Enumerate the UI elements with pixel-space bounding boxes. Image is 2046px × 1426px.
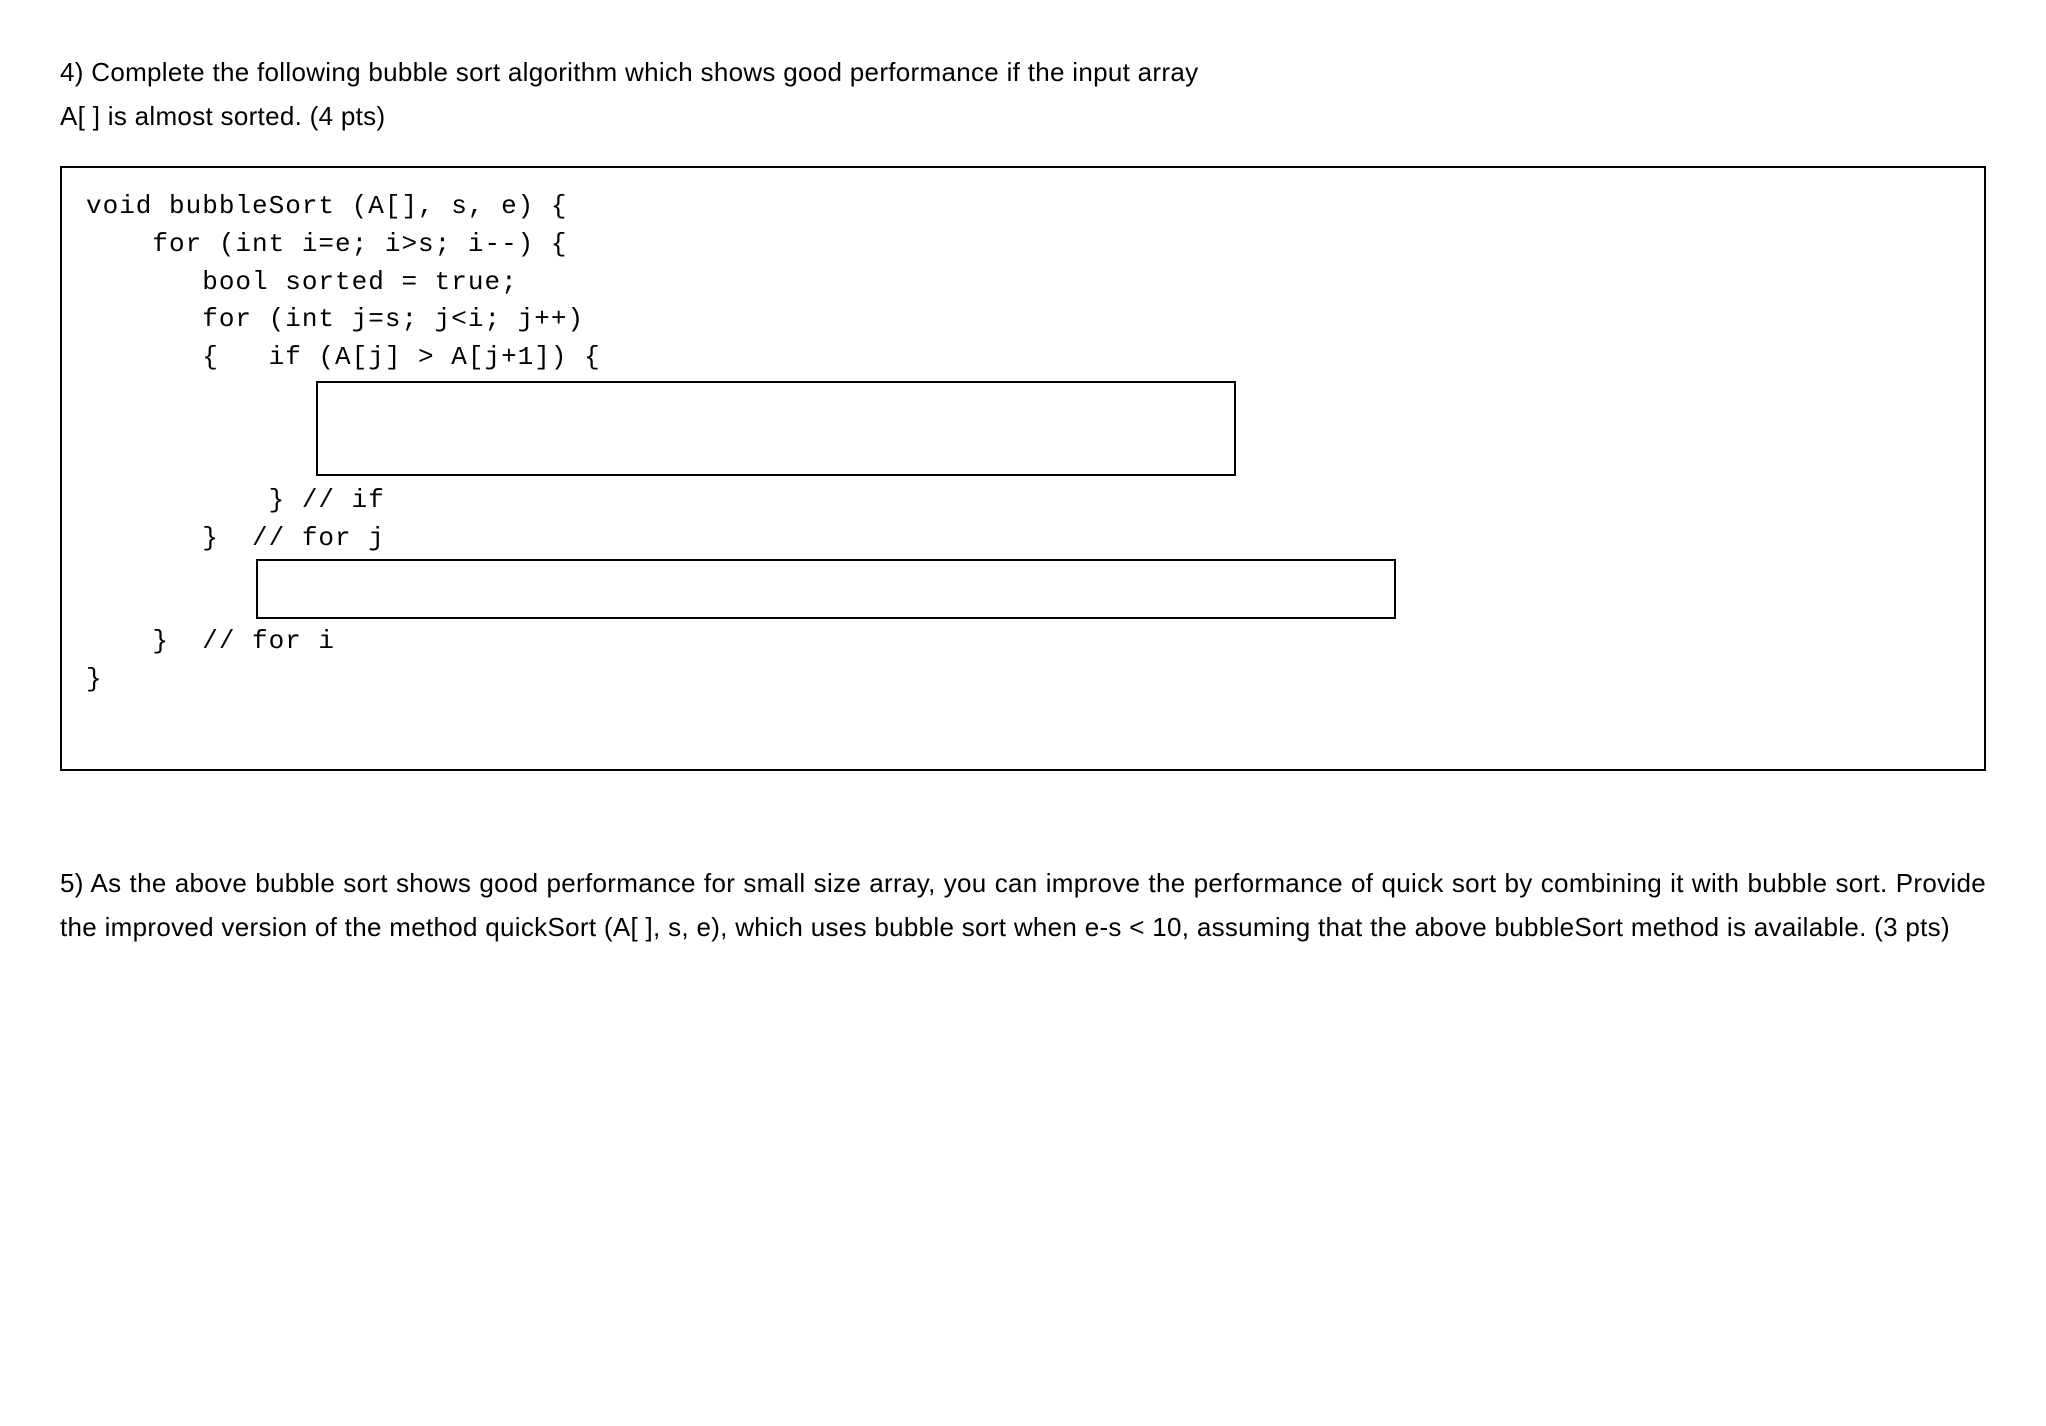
code-line-9: } // for i xyxy=(86,623,1960,661)
blank-box-1[interactable] xyxy=(316,381,1236,476)
question-5-prompt: 5) As the above bubble sort shows good p… xyxy=(60,861,1986,949)
code-line-6: { if (A[j] > A[j+1]) { xyxy=(86,339,1960,377)
q4-line2: A[ ] is almost sorted. (4 pts) xyxy=(60,101,385,131)
code-line-5: for (int j=s; j<i; j++) xyxy=(86,301,1960,339)
blank-box-2[interactable] xyxy=(256,559,1396,619)
code-line-10: } xyxy=(86,661,1960,699)
code-line-1: void bubbleSort (A[], s, e) { xyxy=(86,188,1960,226)
q5-text: 5) As the above bubble sort shows good p… xyxy=(60,868,1986,942)
code-box: void bubbleSort (A[], s, e) { for (int i… xyxy=(60,166,1986,770)
q4-line1: 4) Complete the following bubble sort al… xyxy=(60,57,1198,87)
code-line-3: for (int i=e; i>s; i--) { xyxy=(86,226,1960,264)
code-line-4: bool sorted = true; xyxy=(86,264,1960,302)
code-line-8: } // for j xyxy=(86,520,1960,558)
question-4-prompt: 4) Complete the following bubble sort al… xyxy=(60,50,1986,138)
code-line-7: } // if xyxy=(86,482,1960,520)
